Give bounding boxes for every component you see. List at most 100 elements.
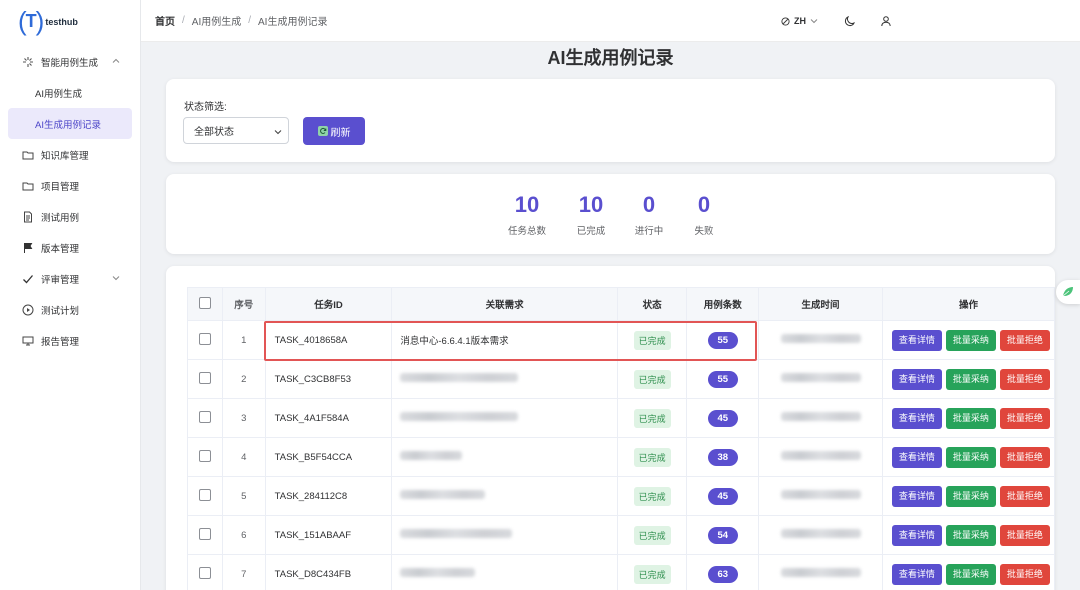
row-checkbox[interactable] <box>198 371 211 384</box>
play-circle-icon <box>22 304 34 316</box>
sidebar: ( T ) testhub 智能用例生成 AI用例生成 AI生成用例记录 知识库… <box>0 0 141 590</box>
view-details-button[interactable]: 查看详情 <box>891 368 942 390</box>
sidebar-item-review[interactable]: 评审管理 <box>0 263 140 294</box>
actions-cell: 查看详情 批量采纳 批量拒绝 <box>881 398 1056 438</box>
status-badge: 已完成 <box>633 330 671 350</box>
batch-reject-button[interactable]: 批量拒绝 <box>999 524 1050 546</box>
table-row[interactable]: 2 TASK_C3CB8F53 已完成 55 查看详情 批量采纳 批量拒绝 <box>187 359 1056 399</box>
task-id: TASK_B5F54CCA <box>264 437 393 477</box>
sparkle-icon <box>22 56 34 68</box>
row-checkbox[interactable] <box>198 449 211 462</box>
case-count-cell: 38 <box>686 437 760 477</box>
sidebar-subitem-ai-records[interactable]: AI生成用例记录 <box>8 108 132 139</box>
view-details-button[interactable]: 查看详情 <box>891 407 942 429</box>
status-badge: 已完成 <box>633 447 671 467</box>
case-count-pill: 45 <box>707 409 738 427</box>
redacted-time <box>780 373 861 382</box>
document-icon <box>22 211 34 223</box>
breadcrumb-home[interactable]: 首页 <box>155 13 175 28</box>
row-select-cell <box>187 359 223 399</box>
status-cell: 已完成 <box>616 398 688 438</box>
table-row[interactable]: 5 TASK_284112C8 已完成 45 查看详情 批量采纳 批量拒绝 <box>187 476 1056 516</box>
status-filter-value: 全部状态 <box>194 127 234 138</box>
created-time-cell <box>758 476 883 516</box>
batch-adopt-button[interactable]: 批量采纳 <box>945 407 996 429</box>
sidebar-item-label: 版本管理 <box>41 243 80 255</box>
status-filter-select[interactable]: 全部状态 <box>183 117 289 144</box>
stat-label: 已完成 <box>576 226 606 237</box>
batch-adopt-button[interactable]: 批量采纳 <box>945 368 996 390</box>
batch-reject-button[interactable]: 批量拒绝 <box>999 446 1050 468</box>
select-all-checkbox[interactable] <box>198 296 211 309</box>
sidebar-item-testcases[interactable]: 测试用例 <box>0 201 140 232</box>
case-count-pill: 54 <box>707 526 738 544</box>
table-row[interactable]: 4 TASK_B5F54CCA 已完成 38 查看详情 批量采纳 批量拒绝 <box>187 437 1056 477</box>
view-details-button[interactable]: 查看详情 <box>891 446 942 468</box>
status-cell: 已完成 <box>616 320 688 360</box>
table-header-row: 序号 任务ID 关联需求 状态 用例条数 生成时间 操作 <box>187 287 1056 321</box>
stat-label: 进行中 <box>634 226 664 237</box>
breadcrumb-ai-generation[interactable]: AI用例生成 <box>192 13 241 28</box>
case-count-cell: 45 <box>686 398 760 438</box>
language-label: ZH <box>794 16 806 26</box>
sidebar-item-reports[interactable]: 报告管理 <box>0 325 140 356</box>
table-body: 1 TASK_4018658A 消息中心-6.6.4.1版本需求 已完成 55 … <box>187 320 1056 590</box>
batch-reject-button[interactable]: 批量拒绝 <box>999 563 1050 585</box>
stat-label: 失败 <box>694 226 714 237</box>
sidebar-item-label: 测试用例 <box>41 212 80 224</box>
view-details-button[interactable]: 查看详情 <box>891 329 942 351</box>
sidebar-item-projects[interactable]: 项目管理 <box>0 170 140 201</box>
header-status: 状态 <box>616 287 688 321</box>
view-details-button[interactable]: 查看详情 <box>891 485 942 507</box>
logo[interactable]: ( T ) testhub <box>0 0 140 42</box>
folder-icon <box>22 180 34 192</box>
row-checkbox[interactable] <box>198 527 211 540</box>
sidebar-item-versions[interactable]: 版本管理 <box>0 232 140 263</box>
floating-assistant-button[interactable] <box>1056 280 1080 304</box>
table-row[interactable]: 7 TASK_D8C434FB 已完成 63 查看详情 批量采纳 批量拒绝 <box>187 554 1056 590</box>
batch-reject-button[interactable]: 批量拒绝 <box>999 485 1050 507</box>
batch-reject-button[interactable]: 批量拒绝 <box>999 329 1050 351</box>
requirement-cell <box>391 398 618 438</box>
batch-adopt-button[interactable]: 批量采纳 <box>945 329 996 351</box>
task-id: TASK_C3CB8F53 <box>264 359 393 399</box>
refresh-button[interactable]: 刷新 <box>303 117 365 145</box>
actions-cell: 查看详情 批量采纳 批量拒绝 <box>881 359 1056 399</box>
batch-adopt-button[interactable]: 批量采纳 <box>945 446 996 468</box>
refresh-label: 刷新 <box>330 127 351 139</box>
language-switcher[interactable]: ZH <box>781 16 822 26</box>
topbar: 首页 / AI用例生成 / AI生成用例记录 ZH <box>141 0 1080 42</box>
moon-icon[interactable] <box>844 15 856 27</box>
sidebar-item-label: 评审管理 <box>41 274 80 286</box>
case-count-cell: 63 <box>686 554 760 590</box>
table-row[interactable]: 1 TASK_4018658A 消息中心-6.6.4.1版本需求 已完成 55 … <box>187 320 1056 360</box>
requirement-cell <box>391 359 618 399</box>
view-details-button[interactable]: 查看详情 <box>891 524 942 546</box>
sidebar-subitem-ai-generation[interactable]: AI用例生成 <box>0 77 140 108</box>
row-checkbox[interactable] <box>198 410 211 423</box>
sidebar-item-knowledge[interactable]: 知识库管理 <box>0 139 140 170</box>
batch-reject-button[interactable]: 批量拒绝 <box>999 407 1050 429</box>
status-badge: 已完成 <box>633 486 671 506</box>
header-requirement: 关联需求 <box>391 287 618 321</box>
view-details-button[interactable]: 查看详情 <box>891 563 942 585</box>
case-count-pill: 55 <box>707 370 738 388</box>
status-cell: 已完成 <box>616 476 688 516</box>
header-case-count: 用例条数 <box>686 287 760 321</box>
row-checkbox[interactable] <box>198 566 211 579</box>
task-id: TASK_4A1F584A <box>264 398 393 438</box>
sidebar-item-testplan[interactable]: 测试计划 <box>0 294 140 325</box>
report-icon <box>22 335 34 347</box>
table-row[interactable]: 3 TASK_4A1F584A 已完成 45 查看详情 批量采纳 批量拒绝 <box>187 398 1056 438</box>
stats-card: 10 任务总数 10 已完成 0 进行中 0 失败 <box>166 174 1055 254</box>
redacted-requirement <box>400 490 486 499</box>
batch-reject-button[interactable]: 批量拒绝 <box>999 368 1050 390</box>
batch-adopt-button[interactable]: 批量采纳 <box>945 485 996 507</box>
sidebar-item-smart-generation[interactable]: 智能用例生成 <box>0 46 140 77</box>
batch-adopt-button[interactable]: 批量采纳 <box>945 563 996 585</box>
row-checkbox[interactable] <box>198 332 211 345</box>
user-icon[interactable] <box>880 15 892 27</box>
table-row[interactable]: 6 TASK_151ABAAF 已完成 54 查看详情 批量采纳 批量拒绝 <box>187 515 1056 555</box>
batch-adopt-button[interactable]: 批量采纳 <box>945 524 996 546</box>
row-checkbox[interactable] <box>198 488 211 501</box>
